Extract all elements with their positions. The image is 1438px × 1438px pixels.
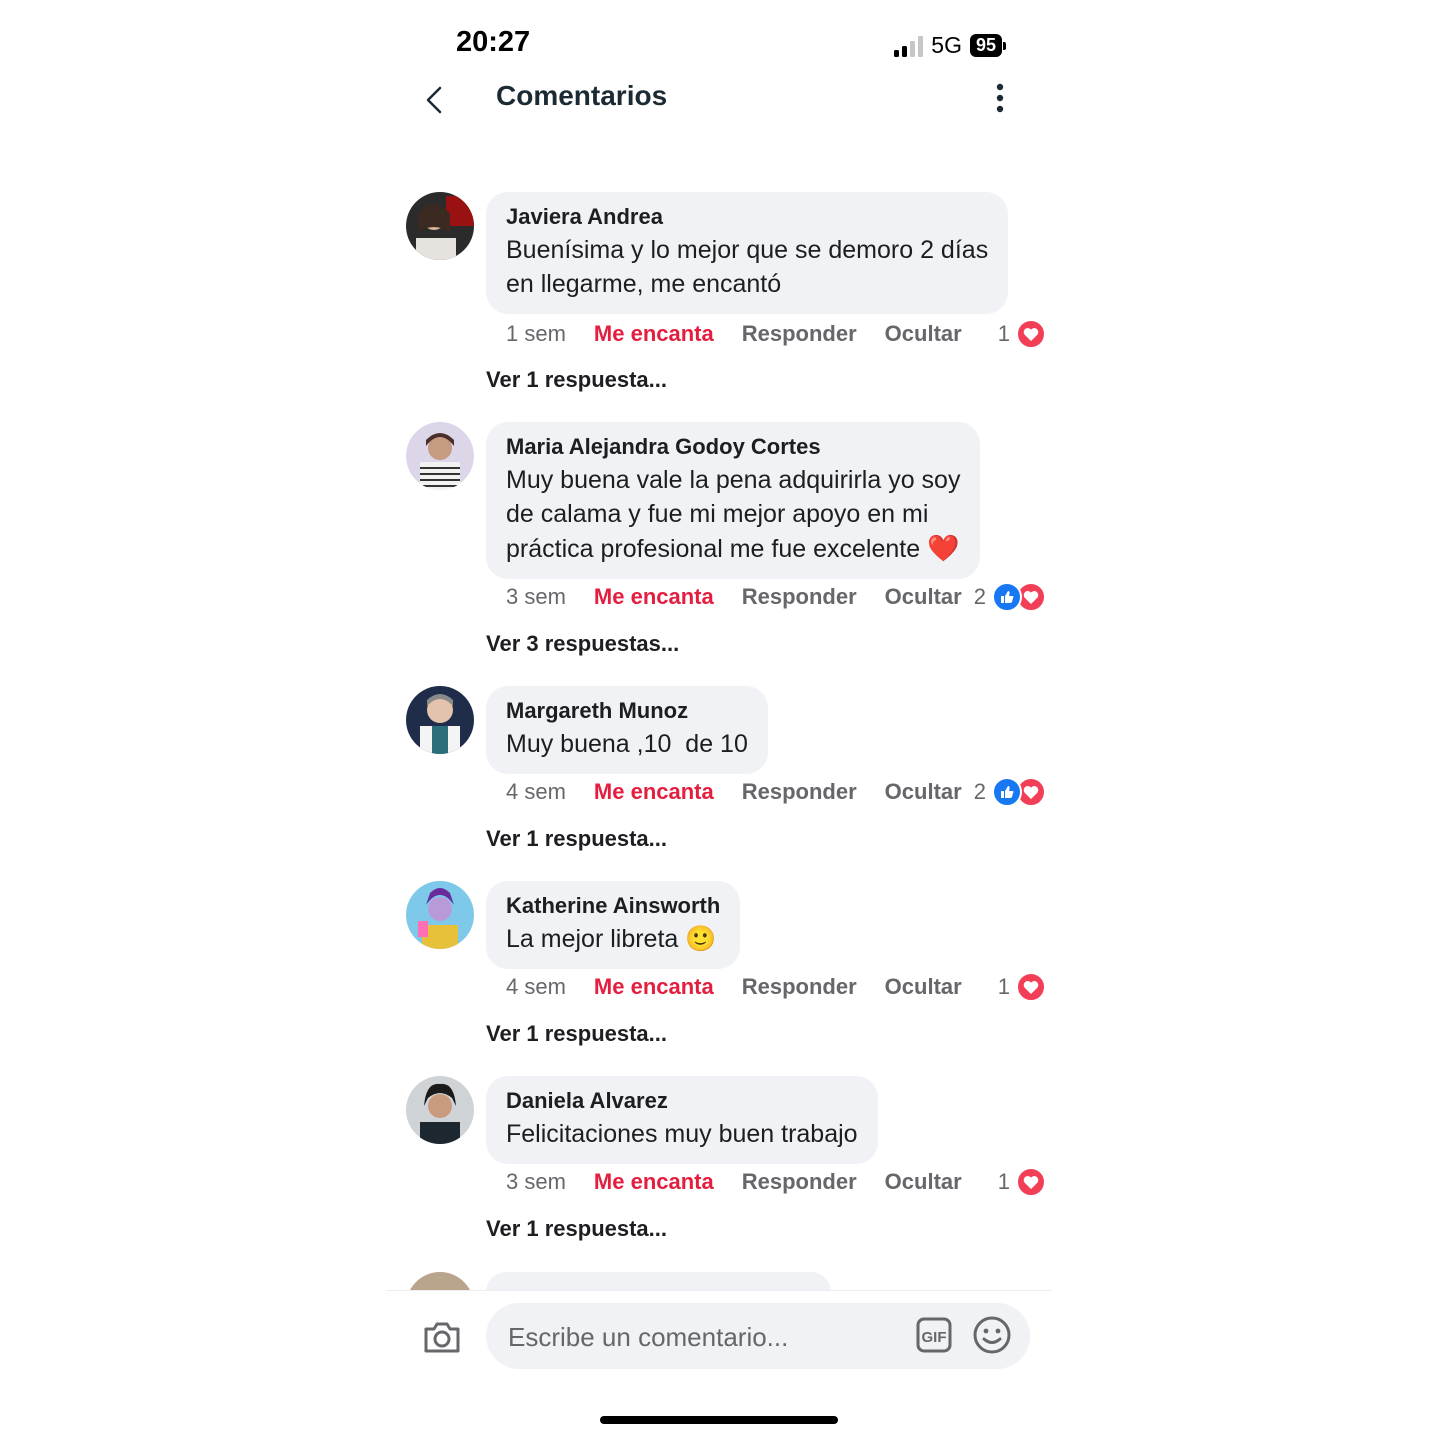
comment-age: 1 sem <box>506 321 566 346</box>
comment-age: 3 sem <box>506 1169 566 1194</box>
comment-author[interactable]: Javiera Andrea <box>506 204 988 230</box>
gif-icon[interactable]: GIF <box>916 1317 952 1353</box>
comment-input-wrapper: GIF <box>486 1303 1030 1371</box>
back-button[interactable] <box>420 80 450 120</box>
comment-age: 4 sem <box>506 779 566 804</box>
love-reaction-icon <box>1016 972 1046 1002</box>
comment-author[interactable]: Maria Alejandra Godoy Cortes <box>506 434 960 460</box>
love-button[interactable]: Me encanta <box>594 974 714 1000</box>
hide-button[interactable]: Ocultar <box>885 1169 962 1195</box>
comment-text: Felicitaciones muy buen trabajo <box>506 1117 858 1151</box>
comment-bubble: Katherine Ainsworth La mejor libreta 🙂 <box>486 881 741 969</box>
reaction-count: 1 <box>997 1169 1010 1194</box>
reaction-summary[interactable]: 1 <box>998 319 1046 349</box>
battery-level: 95 <box>969 34 1002 57</box>
comment-text: Muy buena ,10 de 10 <box>506 727 748 761</box>
comment-actions: 3 sem Me encanta Responder Ocultar 2 <box>506 582 1046 612</box>
comment-text: La mejor libreta 🙂 <box>506 922 720 956</box>
phone-screen: 20:27 5G 95 Comentarios Javiera Andrea B… <box>386 0 1052 1438</box>
reaction-summary[interactable]: 2 <box>974 582 1046 612</box>
svg-text:GIF: GIF <box>922 1329 947 1346</box>
heart-emoji: ❤️ <box>927 533 960 563</box>
reaction-summary[interactable]: 1 <box>998 1167 1046 1197</box>
love-button[interactable]: Me encanta <box>594 321 714 347</box>
comment-text-line: La mejor libreta <box>506 925 679 953</box>
comment-actions: 4 sem Me encanta Responder Ocultar 2 <box>506 777 1046 807</box>
comment-input[interactable] <box>506 1303 890 1371</box>
reply-button[interactable]: Responder <box>742 779 857 805</box>
love-button[interactable]: Me encanta <box>594 584 714 610</box>
comment-text-line: de calama y fue mi mejor apoyo en mi <box>506 500 929 528</box>
battery-icon: 95 <box>969 34 1006 57</box>
love-button[interactable]: Me encanta <box>594 779 714 805</box>
comment-bubble: Maria Alejandra Godoy Cortes Muy buena v… <box>486 422 981 579</box>
signal-icon <box>894 35 924 57</box>
comment-age: 4 sem <box>506 974 566 999</box>
comment-bubble: Margareth Munoz Muy buena ,10 de 10 <box>486 686 768 774</box>
view-replies-link[interactable]: Ver 3 respuestas... <box>486 631 679 657</box>
love-button[interactable]: Me encanta <box>594 1169 714 1195</box>
avatar[interactable] <box>406 881 474 949</box>
reaction-summary[interactable]: 1 <box>998 972 1046 1002</box>
comment-author[interactable]: Daniela Alvarez <box>506 1088 858 1114</box>
comment-text-line: Muy buena ,10 de 10 <box>506 730 748 758</box>
comment-actions: 1 sem Me encanta Responder Ocultar 1 <box>506 319 1046 349</box>
view-replies-link[interactable]: Ver 1 respuesta... <box>486 367 667 393</box>
emoji-icon[interactable] <box>972 1315 1012 1355</box>
comment-text-line: Buenísima y lo mejor que se demoro 2 día… <box>506 236 989 264</box>
comment-author[interactable]: Margareth Munoz <box>506 698 748 724</box>
camera-icon[interactable] <box>422 1317 462 1357</box>
avatar[interactable] <box>406 192 474 260</box>
reaction-count: 1 <box>997 321 1010 346</box>
view-replies-link[interactable]: Ver 1 respuesta... <box>486 1021 667 1047</box>
comment-bubble: Daniela Alvarez Felicitaciones muy buen … <box>486 1076 878 1164</box>
comment-text-line: práctica profesional me fue excelente <box>506 535 921 563</box>
comment-text-line: en llegarme, me encantó <box>506 270 782 298</box>
comment-text: Buenísima y lo mejor que se demoro 2 día… <box>506 233 988 301</box>
top-bar: Comentarios <box>386 72 1052 126</box>
home-indicator[interactable] <box>600 1416 838 1424</box>
comment-text: Muy buena vale la pena adquirirla yo soy… <box>506 463 960 566</box>
comment-bubble: Javiera Andrea Buenísima y lo mejor que … <box>486 192 1009 314</box>
comment-composer: GIF <box>386 1290 1052 1391</box>
more-options-button[interactable] <box>994 82 1006 114</box>
reply-button[interactable]: Responder <box>742 321 857 347</box>
comment-text-line: Muy buena vale la pena adquirirla yo soy <box>506 466 961 494</box>
avatar[interactable] <box>406 686 474 754</box>
reaction-summary[interactable]: 2 <box>974 777 1046 807</box>
comment-age: 3 sem <box>506 584 566 609</box>
status-indicators: 5G 95 <box>894 32 1006 59</box>
view-replies-link[interactable]: Ver 1 respuesta... <box>486 826 667 852</box>
reaction-count: 1 <box>997 974 1010 999</box>
comment-author[interactable]: Katherine Ainsworth <box>506 893 720 919</box>
status-time: 20:27 <box>456 26 531 58</box>
network-label: 5G <box>931 32 962 58</box>
hide-button[interactable]: Ocultar <box>885 974 962 1000</box>
reaction-count: 2 <box>973 584 986 609</box>
comment-actions: 3 sem Me encanta Responder Ocultar 1 <box>506 1167 1046 1197</box>
hide-button[interactable]: Ocultar <box>885 584 962 610</box>
reply-button[interactable]: Responder <box>742 584 857 610</box>
hide-button[interactable]: Ocultar <box>885 779 962 805</box>
comment-text-line: Felicitaciones muy buen trabajo <box>506 1120 858 1148</box>
hide-button[interactable]: Ocultar <box>885 321 962 347</box>
reaction-count: 2 <box>973 779 986 804</box>
comment-actions: 4 sem Me encanta Responder Ocultar 1 <box>506 972 1046 1002</box>
reply-button[interactable]: Responder <box>742 1169 857 1195</box>
like-reaction-icon <box>992 582 1022 612</box>
like-reaction-icon <box>992 777 1022 807</box>
love-reaction-icon <box>1016 1167 1046 1197</box>
reply-button[interactable]: Responder <box>742 974 857 1000</box>
avatar[interactable] <box>406 1076 474 1144</box>
view-replies-link[interactable]: Ver 1 respuesta... <box>486 1216 667 1242</box>
avatar[interactable] <box>406 422 474 490</box>
page-title: Comentarios <box>496 80 668 111</box>
smile-emoji: 🙂 <box>685 925 717 953</box>
love-reaction-icon <box>1016 319 1046 349</box>
